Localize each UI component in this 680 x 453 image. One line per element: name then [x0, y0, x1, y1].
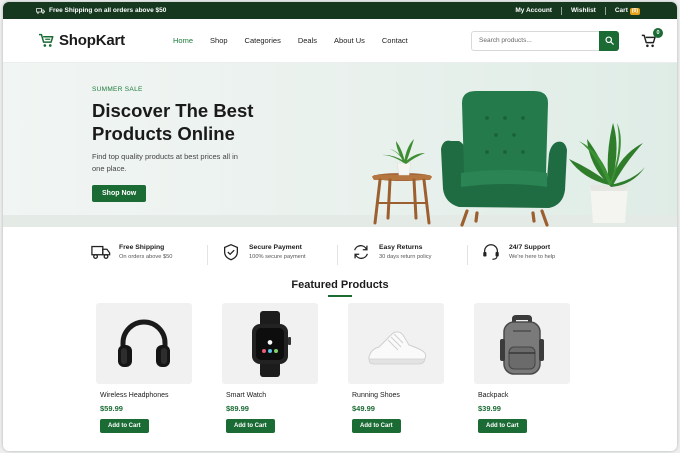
- product-price: $39.99: [478, 404, 501, 413]
- header-cart-button[interactable]: 0: [641, 27, 663, 49]
- product-card[interactable]: Running Shoes $49.99 Add to Cart: [348, 303, 444, 433]
- hero-description: Find top quality products at best prices…: [92, 152, 238, 173]
- headset-icon: [483, 244, 499, 260]
- feature-easy-returns: Easy Returns 30 days return policy: [337, 243, 481, 265]
- logo-text: ShopKart: [59, 32, 125, 49]
- title-underline: [328, 295, 352, 297]
- hero-text: SUMMER SALE Discover The Best Products On…: [92, 86, 253, 202]
- add-to-cart-button[interactable]: Add to Cart: [226, 419, 275, 433]
- feature-text: 24/7 Support We're here to help: [509, 244, 555, 260]
- feature-title: Easy Returns: [379, 244, 423, 251]
- feature-secure-payment: Secure Payment 100% secure payment: [207, 243, 351, 265]
- search-icon: [604, 36, 614, 45]
- main-header: ShopKart Home Shop Categories Deals Abou…: [3, 19, 677, 63]
- feature-free-shipping: Free Shipping On orders above $50: [91, 243, 221, 261]
- features-bar: Free Shipping On orders above $50 Secure…: [3, 231, 677, 273]
- product-image[interactable]: [96, 303, 192, 384]
- nav-home[interactable]: Home: [173, 36, 193, 45]
- smartwatch-icon: ●: [252, 310, 291, 377]
- product-card[interactable]: Backpack $39.99 Add to Cart: [474, 303, 570, 433]
- nav-contact[interactable]: Contact: [382, 36, 408, 45]
- product-card[interactable]: ● Smart Watch $89.99 Add to Cart: [222, 303, 318, 433]
- feature-support: 24/7 Support We're here to help: [467, 243, 611, 265]
- nav-deals[interactable]: Deals: [298, 36, 317, 45]
- feature-subtitle: 100% secure payment: [249, 254, 306, 260]
- feature-text: Free Shipping On orders above $50: [119, 244, 172, 260]
- hero-title-line1: Discover The Best: [92, 100, 254, 121]
- backpack-icon: [500, 314, 544, 375]
- nav-about-us[interactable]: About Us: [334, 36, 365, 45]
- truck-icon: [36, 7, 45, 14]
- hero-armchair-image: [372, 91, 645, 227]
- return-icon: [354, 245, 368, 259]
- featured-products-title: Featured Products: [291, 279, 389, 291]
- hero-tag: SUMMER SALE: [92, 86, 143, 93]
- feature-subtitle: We're here to help: [509, 254, 556, 260]
- product-grid: Wireless Headphones $59.99 Add to Cart ●…: [3, 303, 677, 433]
- shield-check-icon: [224, 244, 238, 261]
- product-price: $89.99: [226, 404, 249, 413]
- hero-banner: SUMMER SALE Discover The Best Products On…: [3, 63, 677, 227]
- add-to-cart-button[interactable]: Add to Cart: [478, 419, 527, 433]
- add-to-cart-button[interactable]: Add to Cart: [100, 419, 149, 433]
- cart-count-badge: (0): [629, 7, 640, 15]
- feature-text: Secure Payment 100% secure payment: [249, 244, 306, 260]
- top-bar: Free Shipping on all orders above $50 My…: [3, 2, 677, 19]
- feature-subtitle: 30 days return policy: [379, 254, 432, 260]
- feature-subtitle: On orders above $50: [119, 254, 173, 260]
- shopping-cart-logo-icon: [39, 33, 54, 47]
- my-account-link[interactable]: My Account: [506, 7, 561, 14]
- shop-now-button[interactable]: Shop Now: [92, 185, 147, 202]
- product-price: $59.99: [100, 404, 123, 413]
- sneaker-icon: [368, 330, 427, 364]
- hero-title: Discover The Best Products Online: [92, 99, 253, 145]
- truck-icon: [91, 245, 111, 259]
- product-name[interactable]: Wireless Headphones: [100, 392, 192, 399]
- wishlist-link[interactable]: Wishlist: [562, 7, 605, 14]
- product-card[interactable]: Wireless Headphones $59.99 Add to Cart: [96, 303, 192, 433]
- nav-shop[interactable]: Shop: [210, 36, 228, 45]
- product-image[interactable]: [348, 303, 444, 384]
- cart-link[interactable]: Cart (0): [606, 7, 649, 15]
- product-name[interactable]: Backpack: [478, 392, 570, 399]
- hero-title-line2: Products Online: [92, 123, 235, 144]
- search-input[interactable]: [471, 30, 599, 51]
- main-nav: Home Shop Categories Deals About Us Cont…: [173, 36, 471, 45]
- search-bar: [471, 30, 619, 51]
- product-image[interactable]: ●: [222, 303, 318, 384]
- logo[interactable]: ShopKart: [38, 32, 173, 49]
- svg-text:●: ●: [267, 339, 272, 346]
- product-name[interactable]: Running Shoes: [352, 392, 444, 399]
- free-shipping-promo: Free Shipping on all orders above $50: [36, 7, 506, 14]
- product-name[interactable]: Smart Watch: [226, 392, 318, 399]
- product-price: $49.99: [352, 404, 375, 413]
- top-links: My Account Wishlist Cart (0): [506, 6, 649, 15]
- feature-text: Easy Returns 30 days return policy: [379, 244, 431, 260]
- promo-text: Free Shipping on all orders above $50: [49, 7, 167, 14]
- search-button[interactable]: [599, 30, 619, 51]
- feature-title: Secure Payment: [249, 244, 302, 251]
- product-image[interactable]: [474, 303, 570, 384]
- feature-title: 24/7 Support: [509, 244, 551, 251]
- page-frame: Free Shipping on all orders above $50 My…: [3, 2, 677, 451]
- feature-title: Free Shipping: [119, 244, 165, 251]
- cart-count-badge: 0: [653, 27, 663, 38]
- nav-categories[interactable]: Categories: [245, 36, 281, 45]
- add-to-cart-button[interactable]: Add to Cart: [352, 419, 401, 433]
- cart-link-label: Cart: [614, 6, 628, 14]
- headphones-icon: [118, 319, 170, 367]
